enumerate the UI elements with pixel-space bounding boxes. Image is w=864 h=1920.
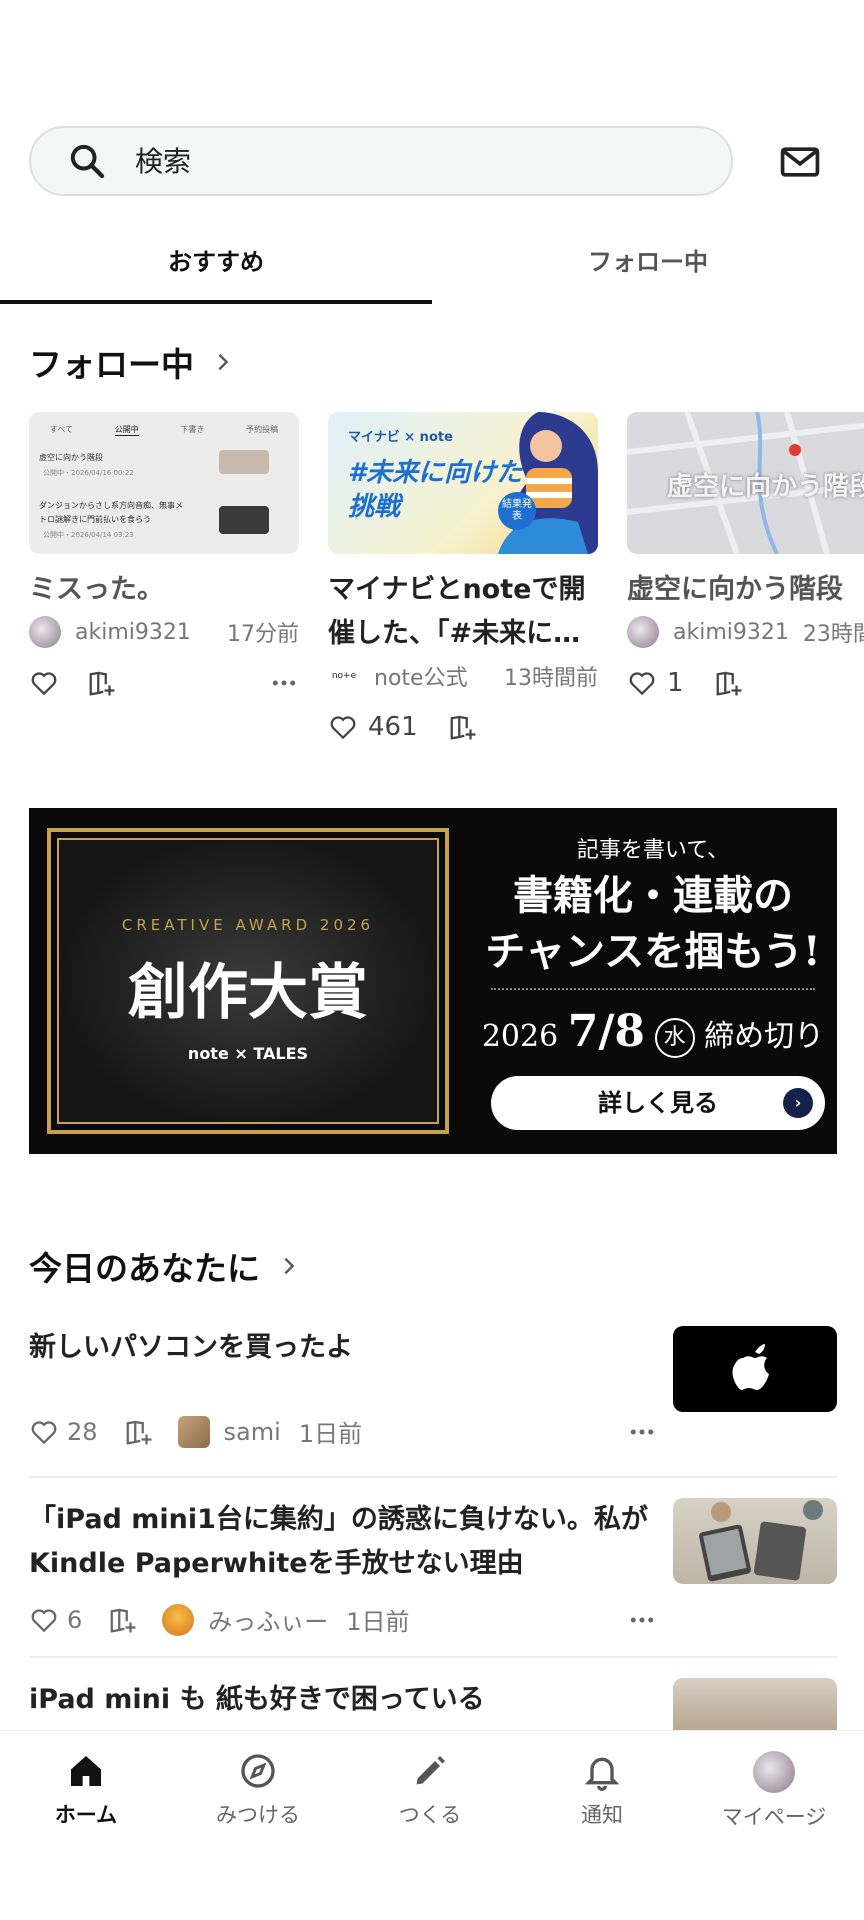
nav-discover[interactable]: みつける bbox=[172, 1751, 344, 1829]
article-thumbnail bbox=[673, 1678, 837, 1730]
article-thumbnail bbox=[673, 1326, 837, 1412]
heart-icon[interactable] bbox=[29, 668, 59, 698]
card-title[interactable]: 虚空に向かう階段 bbox=[627, 568, 864, 612]
award-title: 創作大賞 bbox=[128, 958, 368, 1028]
article-time: 1日前 bbox=[346, 1608, 410, 1636]
following-carousel[interactable]: すべて 公開中 下書き 予約投稿 虚空に向かう階段 公開中・2026/04/16… bbox=[0, 412, 864, 772]
list-item[interactable]: iPad mini も 紙も好きで困っている bbox=[29, 1678, 837, 1730]
bottom-navigation: ホーム みつける つくる 通知 マイページ bbox=[0, 1730, 864, 1920]
add-to-magazine-icon[interactable] bbox=[124, 1417, 154, 1447]
article-author[interactable]: みっふぃー bbox=[208, 1602, 328, 1637]
following-section-title: フォロー中 bbox=[29, 345, 194, 384]
avatar[interactable] bbox=[627, 616, 659, 648]
add-to-magazine-icon[interactable] bbox=[448, 712, 478, 742]
following-card[interactable]: すべて 公開中 下書き 予約投稿 虚空に向かう階段 公開中・2026/04/16… bbox=[29, 412, 299, 708]
card-title[interactable]: ミスった。 bbox=[29, 568, 299, 612]
card-title[interactable]: マイナビとnoteで開催した、「#未来に… bbox=[328, 568, 598, 656]
chevron-right-icon: › bbox=[783, 1088, 813, 1118]
today-section-header[interactable]: 今日のあなたに bbox=[29, 1242, 300, 1290]
search-icon bbox=[70, 144, 105, 179]
nav-create[interactable]: つくる bbox=[344, 1751, 516, 1829]
following-card[interactable]: 虚空に向かう階段 虚空に向かう階段 akimi9321 23時間前 1 bbox=[627, 412, 864, 708]
chevron-right-icon bbox=[284, 1257, 295, 1275]
article-time: 1日前 bbox=[298, 1420, 363, 1448]
like-count: 6 bbox=[67, 1605, 83, 1634]
feed-tabs: おすすめ フォロー中 bbox=[0, 236, 864, 304]
article-meta: 6 みっふぃー 1日前 bbox=[29, 1602, 657, 1637]
banner-copy: 記事を書いて、 書籍化・連載の チャンスを掴もう! 2026 7/8 水 締め切り… bbox=[469, 808, 837, 1154]
article-author[interactable]: sami bbox=[224, 1418, 281, 1446]
like-count: 461 bbox=[368, 712, 418, 742]
card-meta: no+e note公式 13時間前 bbox=[328, 656, 598, 696]
add-to-magazine-icon[interactable] bbox=[87, 668, 117, 698]
creative-award-banner[interactable]: CREATIVE AWARD 2026 創作大賞 note × TALES 記事… bbox=[29, 808, 837, 1154]
today-section-title: 今日のあなたに bbox=[29, 1249, 260, 1288]
card-time: 17分前 bbox=[227, 622, 299, 647]
tab-following[interactable]: フォロー中 bbox=[432, 236, 864, 304]
search-input[interactable] bbox=[133, 143, 693, 179]
like-count: 28 bbox=[67, 1417, 98, 1446]
home-icon bbox=[71, 1756, 101, 1786]
card-meta: akimi9321 17分前 bbox=[29, 612, 299, 652]
card-actions bbox=[29, 658, 299, 708]
article-title[interactable]: iPad mini も 紙も好きで困っている bbox=[29, 1678, 657, 1722]
chevron-right-icon bbox=[218, 353, 229, 371]
card-author[interactable]: note公式 bbox=[374, 660, 468, 692]
article-thumbnail bbox=[673, 1498, 837, 1584]
card-thumbnail: すべて 公開中 下書き 予約投稿 虚空に向かう階段 公開中・2026/04/16… bbox=[29, 412, 299, 554]
article-title[interactable]: 「iPad mini1台に集約」の誘惑に負けない。私がKindle Paperw… bbox=[29, 1498, 657, 1586]
banner-details-button[interactable]: 詳しく見る › bbox=[491, 1076, 825, 1130]
banner-deadline: 2026 7/8 水 締め切り bbox=[481, 1006, 825, 1058]
article-meta: 28 sami 1日前 bbox=[29, 1414, 657, 1449]
card-actions: 1 bbox=[627, 658, 864, 708]
heart-icon[interactable] bbox=[627, 668, 657, 698]
avatar[interactable] bbox=[177, 1415, 210, 1448]
card-author[interactable]: akimi9321 bbox=[673, 620, 789, 645]
compass-icon bbox=[241, 1754, 275, 1788]
nav-notifications[interactable]: 通知 bbox=[516, 1751, 688, 1829]
avatar[interactable] bbox=[162, 1603, 195, 1636]
card-author[interactable]: akimi9321 bbox=[75, 620, 191, 645]
mail-icon[interactable] bbox=[778, 140, 822, 184]
heart-icon[interactable] bbox=[29, 1417, 59, 1447]
avatar[interactable] bbox=[29, 616, 61, 648]
banner-headline: 書籍化・連載の チャンスを掴もう! bbox=[485, 872, 821, 975]
following-section-header[interactable]: フォロー中 bbox=[29, 338, 234, 386]
article-title[interactable]: 新しいパソコンを買ったよ bbox=[29, 1326, 657, 1370]
card-meta: akimi9321 23時間前 bbox=[627, 612, 864, 652]
heart-icon[interactable] bbox=[29, 1605, 59, 1635]
more-icon[interactable] bbox=[269, 668, 299, 698]
award-frame: CREATIVE AWARD 2026 創作大賞 note × TALES bbox=[47, 828, 449, 1134]
tab-recommended[interactable]: おすすめ bbox=[0, 236, 432, 304]
award-subtitle: CREATIVE AWARD 2026 bbox=[121, 916, 375, 934]
award-brands: note × TALES bbox=[187, 1044, 309, 1063]
search-bar[interactable] bbox=[29, 126, 733, 196]
card-time: 13時間前 bbox=[504, 666, 598, 691]
card-thumbnail: 虚空に向かう階段 bbox=[627, 412, 864, 554]
like-count: 1 bbox=[667, 668, 684, 698]
list-item[interactable]: 「iPad mini1台に集約」の誘惑に負けない。私がKindle Paperw… bbox=[29, 1498, 837, 1648]
avatar bbox=[753, 1751, 795, 1793]
more-icon[interactable] bbox=[627, 1605, 657, 1635]
nav-mypage[interactable]: マイページ bbox=[688, 1751, 860, 1831]
add-to-magazine-icon[interactable] bbox=[714, 668, 744, 698]
more-icon[interactable] bbox=[627, 1417, 657, 1447]
bell-icon bbox=[584, 1757, 620, 1791]
add-to-magazine-icon[interactable] bbox=[108, 1605, 138, 1635]
card-thumbnail: マイナビ × note #未来に向けた 挑戦 結果発表 bbox=[328, 412, 598, 554]
pencil-icon bbox=[416, 1756, 445, 1785]
card-actions: 461 bbox=[328, 702, 598, 752]
heart-icon[interactable] bbox=[328, 712, 358, 742]
list-item[interactable]: 新しいパソコンを買ったよ 28 sami 1日前 bbox=[29, 1326, 837, 1456]
note-logo-icon[interactable]: no+e bbox=[328, 660, 360, 692]
nav-home[interactable]: ホーム bbox=[0, 1751, 172, 1829]
banner-line1: 記事を書いて、 bbox=[576, 838, 730, 863]
following-card[interactable]: マイナビ × note #未来に向けた 挑戦 結果発表 マイナビとnoteで開催し… bbox=[328, 412, 598, 752]
card-time: 23時間前 bbox=[802, 622, 864, 647]
